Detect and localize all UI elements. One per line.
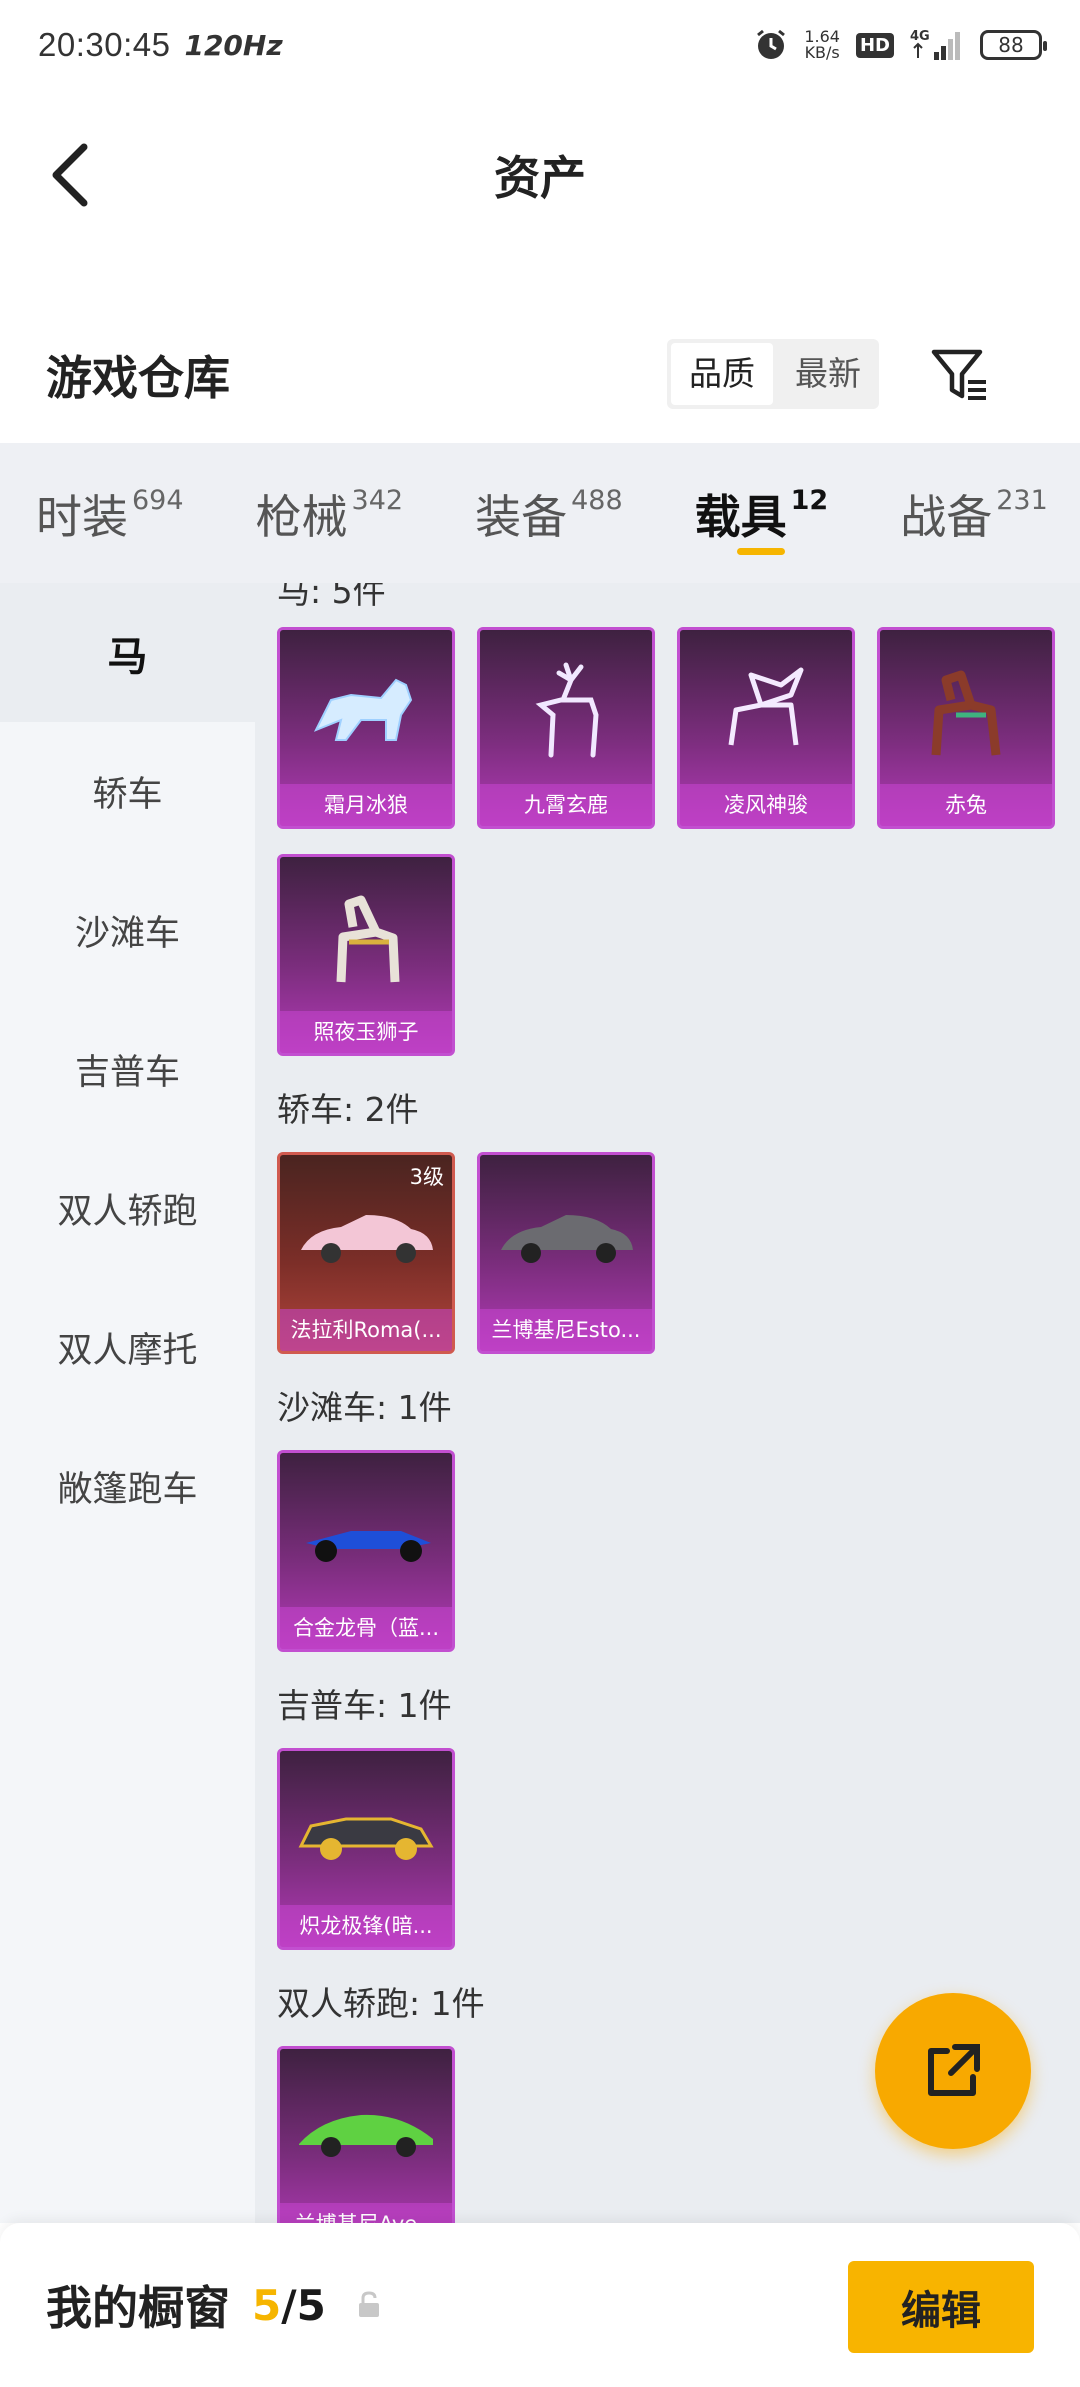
item-card[interactable]: 凌风神骏 (677, 627, 855, 829)
section-title-horse: 马: 5件 (277, 583, 386, 611)
item-card[interactable]: 炽龙极锋(暗... (277, 1748, 455, 1950)
sidebar-item-sedan[interactable]: 轿车 (0, 722, 255, 861)
filter-icon (931, 349, 986, 400)
winged-horse-icon (680, 640, 852, 780)
warehouse-row: 游戏仓库 品质 最新 (0, 320, 1080, 430)
item-name: 凌风神骏 (680, 784, 852, 826)
sidebar-item-jeep[interactable]: 吉普车 (0, 1000, 255, 1139)
tab-label: 战备 (900, 490, 993, 544)
section-title-beach-buggy: 沙滩车: 1件 (277, 1388, 452, 1427)
deer-icon (480, 640, 652, 780)
hd-badge: HD (855, 32, 894, 58)
alarm-icon (754, 28, 788, 62)
signal-icon: 4G (910, 28, 964, 62)
unlock-icon (354, 2290, 384, 2320)
tab-count: 231 (996, 485, 1048, 516)
race-car-icon (280, 1463, 452, 1603)
battery-indicator: 88 (980, 30, 1047, 60)
edit-button[interactable]: 编辑 (848, 2261, 1034, 2353)
page-title: 资产 (494, 151, 586, 205)
item-name: 兰博基尼Ave... (280, 2203, 452, 2223)
status-icons: 1.64 KB/s HD 4G 88 (754, 28, 1047, 62)
suv-icon (280, 1761, 452, 1901)
item-name: 法拉利Roma(... (280, 1309, 452, 1351)
vehicle-type-sidebar: 马 轿车 沙滩车 吉普车 双人轿跑 双人摩托 敞篷跑车 (0, 583, 255, 2223)
item-name: 赤兔 (880, 784, 1052, 826)
tab-weapons[interactable]: 枪械 342 (256, 443, 404, 583)
sports-car-icon (480, 1165, 652, 1305)
red-horse-icon (880, 640, 1052, 780)
showcase-title: 我的橱窗 (46, 2281, 230, 2335)
supercar-icon (280, 2059, 452, 2199)
asset-page: 20:30:45 120Hz 1.64 KB/s HD 4G 88 资产 游戏仓… (0, 0, 1080, 2387)
lion-horse-icon (280, 867, 452, 1007)
sort-toggle: 品质 最新 (667, 339, 879, 409)
wolf-icon (280, 640, 452, 780)
showcase-count-current: 5 (252, 2280, 282, 2330)
tab-fashion[interactable]: 时装 694 (36, 443, 184, 583)
section-title-sedan: 轿车: 2件 (277, 1090, 419, 1129)
item-name: 兰博基尼Esto... (480, 1309, 652, 1351)
refresh-rate: 120Hz (184, 28, 283, 62)
tab-count: 342 (351, 485, 404, 516)
section-title-coupe: 双人轿跑: 1件 (277, 1984, 485, 2023)
warehouse-title: 游戏仓库 (46, 351, 230, 405)
sports-car-icon (280, 1165, 452, 1305)
active-tab-indicator (737, 548, 786, 555)
sort-newest[interactable]: 最新 (777, 339, 879, 409)
item-card[interactable]: 九霄玄鹿 (477, 627, 655, 829)
item-card[interactable]: 照夜玉狮子 (277, 854, 455, 1056)
network-speed: 1.64 KB/s (804, 29, 840, 61)
sidebar-item-horse[interactable]: 马 (0, 583, 255, 722)
showcase-count-total: /5 (281, 2280, 326, 2330)
item-name: 合金龙骨（蓝... (280, 1607, 452, 1649)
section-title-jeep: 吉普车: 1件 (277, 1686, 452, 1725)
status-time: 20:30:45 (38, 26, 171, 63)
item-card[interactable]: 兰博基尼Esto... (477, 1152, 655, 1354)
item-name: 九霄玄鹿 (480, 784, 652, 826)
tab-count: 12 (790, 485, 829, 516)
item-name: 照夜玉狮子 (280, 1011, 452, 1053)
item-name: 炽龙极锋(暗... (280, 1905, 452, 1947)
sidebar-item-convertible[interactable]: 敞篷跑车 (0, 1417, 255, 1556)
tab-supplies[interactable]: 战备 231 (900, 443, 1048, 583)
tab-count: 694 (132, 485, 184, 516)
tab-label: 载具 (694, 490, 787, 544)
tab-vehicles[interactable]: 载具 12 (694, 443, 829, 583)
showcase-bar: 我的橱窗 5/5 编辑 (0, 2223, 1080, 2387)
share-button[interactable] (875, 1993, 1031, 2149)
sort-quality[interactable]: 品质 (671, 343, 773, 405)
header: 资产 (0, 110, 1080, 240)
net-speed-unit: KB/s (804, 43, 840, 62)
sidebar-item-beach-buggy[interactable]: 沙滩车 (0, 861, 255, 1000)
svg-text:4G: 4G (910, 29, 930, 44)
tab-label: 时装 (36, 490, 128, 544)
back-button[interactable] (40, 140, 100, 210)
item-grid: 马: 5件 霜月冰狼 九霄玄鹿 凌风神骏 赤兔 照夜玉狮子 轿车: 2件 3级 … (255, 583, 1080, 2223)
tab-count: 488 (571, 485, 623, 516)
item-card[interactable]: 霜月冰狼 (277, 627, 455, 829)
item-card[interactable]: 赤兔 (877, 627, 1055, 829)
item-name: 霜月冰狼 (280, 784, 452, 826)
sidebar-item-coupe[interactable]: 双人轿跑 (0, 1139, 255, 1278)
tab-label: 枪械 (255, 490, 348, 544)
chevron-left-icon (52, 143, 88, 207)
item-card[interactable]: 3级 法拉利Roma(... (277, 1152, 455, 1354)
showcase-count: 5/5 (252, 2281, 326, 2330)
share-icon (928, 2044, 980, 2096)
sidebar-item-motorbike[interactable]: 双人摩托 (0, 1278, 255, 1417)
status-bar: 20:30:45 120Hz 1.64 KB/s HD 4G 88 (0, 0, 1080, 90)
tab-equipment[interactable]: 装备 488 (475, 443, 623, 583)
filter-button[interactable] (925, 340, 995, 410)
tab-label: 装备 (475, 490, 568, 544)
item-card[interactable]: 兰博基尼Ave... (277, 2046, 455, 2223)
category-tabs: 时装 694 枪械 342 装备 488 载具 12 战备 231 (0, 443, 1080, 583)
item-card[interactable]: 合金龙骨（蓝... (277, 1450, 455, 1652)
